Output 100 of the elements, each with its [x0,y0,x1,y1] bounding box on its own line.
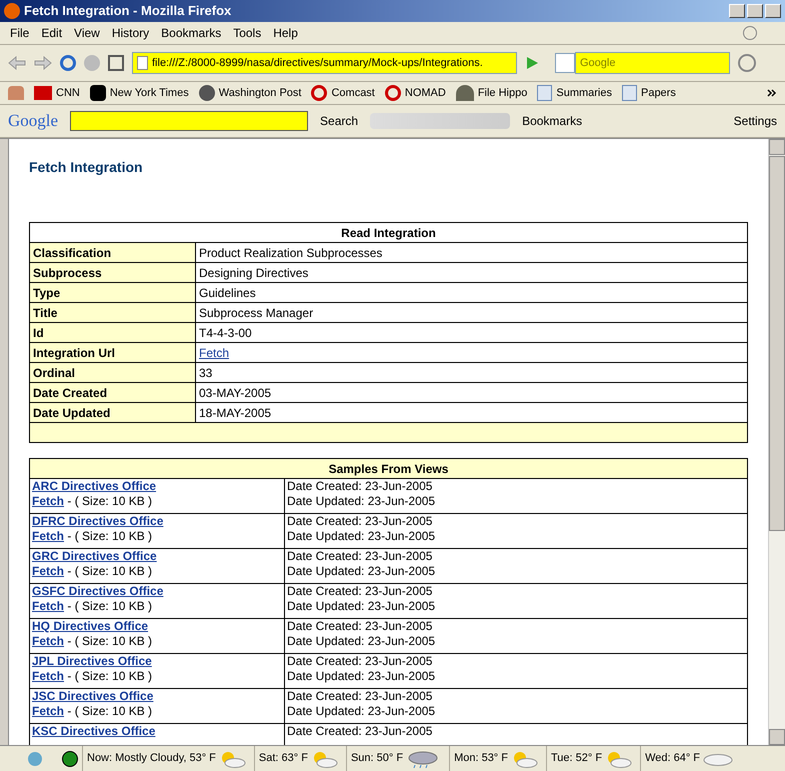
toolbar-tools-icon [370,113,510,129]
menu-item[interactable]: History [106,24,156,42]
file-size: - ( Size: 10 KB ) [67,669,152,683]
cnn-logo-icon [34,86,52,100]
page-icon [622,85,637,101]
stop-icon[interactable] [84,55,100,71]
bookmark-item[interactable]: Summaries [537,84,612,102]
label-cell: Integration Url [30,342,196,362]
fetch-link[interactable]: Fetch [32,669,64,683]
web-search-input[interactable]: Google [575,52,730,74]
date-created: Date Created: 23-Jun-2005 [287,689,434,704]
bookmark-item[interactable]: NOMAD [384,84,446,102]
value-link[interactable]: Fetch [196,342,748,362]
weather-label: Mon: 53° F [454,751,508,766]
google-logo: Google [8,110,58,132]
reload-icon[interactable] [60,55,76,71]
window-title: Fetch Integration - Mozilla Firefox [24,2,232,20]
maximize-button[interactable] [747,4,763,18]
engine-selector-icon[interactable] [555,53,575,73]
office-link[interactable]: DFRC Directives Office [32,514,164,528]
file-size: - ( Size: 10 KB ) [67,564,152,578]
label-cell: Date Updated [30,402,196,422]
date-created: Date Created: 23-Jun-2005 [287,619,434,634]
label-cell: Ordinal [30,362,196,382]
file-size: - ( Size: 10 KB ) [67,529,152,543]
date-updated: Date Updated: 23-Jun-2005 [287,494,436,509]
menu-item[interactable]: Tools [227,24,268,42]
label-cell: Title [30,302,196,322]
date-updated: Date Updated: 23-Jun-2005 [287,599,436,614]
menu-item[interactable]: Edit [35,24,68,42]
page-title: Fetch Integration [29,158,144,177]
file-size: - ( Size: 10 KB ) [67,494,152,508]
date-created: Date Created: 23-Jun-2005 [287,724,434,739]
table-heading: Samples From Views [30,458,748,478]
date-updated: Date Updated: 23-Jun-2005 [287,529,436,544]
globe-status-icon [62,750,78,766]
date-created: Date Created: 23-Jun-2005 [287,654,434,669]
chevron-icon[interactable] [767,89,777,97]
office-link[interactable]: JPL Directives Office [32,654,152,668]
forward-arrow-icon[interactable] [34,56,52,70]
office-link[interactable]: GRC Directives Office [32,549,157,563]
file-size: - ( Size: 10 KB ) [67,634,152,648]
file-size: - ( Size: 10 KB ) [67,599,152,613]
date-updated: Date Updated: 23-Jun-2005 [287,704,436,719]
label-cell: Classification [30,242,196,262]
bookmark-item[interactable]: Papers [622,84,676,102]
fetch-link[interactable]: Fetch [32,634,64,648]
date-created: Date Created: 23-Jun-2005 [287,549,434,564]
table-heading: Read Integration [30,222,748,242]
search-icon[interactable] [738,54,756,72]
weather-label: Tue: 52° F [550,751,602,766]
address-field[interactable]: file:///Z:/8000-8999/nasa/directives/summary/Mock-ups/Integrations. [132,52,517,74]
google-search-button[interactable]: Search [320,112,358,130]
google-search-field[interactable] [70,111,308,131]
menu-item[interactable]: File [4,24,36,42]
office-link[interactable]: HQ Directives Office [32,619,148,633]
bookmark-item[interactable]: File Hippo [456,84,528,102]
menu-item[interactable]: View [68,24,106,42]
fetch-link[interactable]: Fetch [32,599,64,613]
label-cell: Id [30,322,196,342]
value-cell: Designing Directives [196,262,748,282]
c-logo-icon [384,85,401,101]
bookmarks-menu-button[interactable]: Bookmarks [522,112,582,130]
c-logo-icon [311,85,328,101]
office-link[interactable]: GSFC Directives Office [32,584,164,598]
bookmark-item[interactable]: Comcast [311,84,375,102]
value-cell: Guidelines [196,282,748,302]
value-cell: 33 [196,362,748,382]
close-button[interactable] [765,4,781,18]
go-arrow-icon[interactable] [525,56,539,70]
settings-button[interactable]: Settings [734,112,777,130]
date-updated: Date Updated: 23-Jun-2005 [287,634,436,649]
firefox-logo-icon [4,3,20,19]
fetch-link[interactable]: Fetch [32,564,64,578]
office-link[interactable]: ARC Directives Office [32,479,156,493]
bookmark-item[interactable]: CNN [34,84,80,102]
value-cell: T4-4-3-00 [196,322,748,342]
page-icon [537,85,552,101]
page-icon [137,56,148,70]
weather-label: Now: Mostly Cloudy, 53° F [87,751,216,766]
value-cell: 03-MAY-2005 [196,382,748,402]
addon-icon[interactable] [28,752,42,766]
value-cell: Subprocess Manager [196,302,748,322]
bookmark-item[interactable]: New York Times [90,84,189,102]
back-arrow-icon[interactable] [8,56,26,70]
menu-item[interactable]: Bookmarks [155,24,228,42]
weather-label: Sun: 50° F [350,751,404,766]
menu-item[interactable]: Help [267,24,304,42]
bookmark-item[interactable]: Washington Post [198,84,302,102]
date-updated: Date Updated: 23-Jun-2005 [287,564,436,579]
office-link[interactable]: JSC Directives Office [32,689,154,703]
date-created: Date Created: 23-Jun-2005 [287,584,434,599]
weather-label: Sat: 63° F [258,751,308,766]
label-cell: Date Created [30,382,196,402]
fetch-link[interactable]: Fetch [32,494,64,508]
value-cell: Product Realization Subprocesses [196,242,748,262]
fetch-link[interactable]: Fetch [32,704,64,718]
minimize-button[interactable] [729,4,745,18]
fetch-link[interactable]: Fetch [32,529,64,543]
scrollbar[interactable] [768,139,785,745]
